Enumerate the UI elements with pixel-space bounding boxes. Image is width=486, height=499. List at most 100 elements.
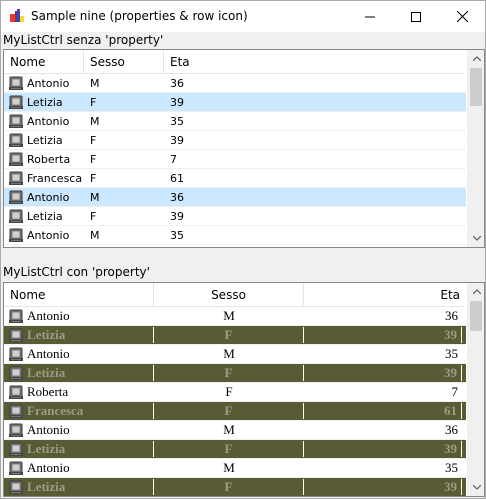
cell-eta: 35 — [445, 460, 458, 475]
list-without-property[interactable]: Nome Sesso Eta Antonio M 36 Letizia F 39 Anton… — [3, 49, 485, 248]
notebook-icon — [9, 95, 23, 109]
cell-sesso: F — [154, 327, 304, 343]
list1-scrollbar[interactable] — [467, 50, 484, 247]
cell-nome: Francesca — [4, 403, 154, 419]
scroll-thumb[interactable] — [470, 68, 482, 106]
list-with-property[interactable]: Nome Sesso Eta Antonio M 36 Letizia F 39 Anton… — [3, 282, 485, 497]
column-header-sesso[interactable]: Sesso — [84, 50, 164, 74]
cell-sesso: F — [90, 171, 97, 185]
chevron-up-icon — [472, 56, 481, 61]
app-icon — [10, 9, 24, 22]
cell-nome-text: Antonio — [27, 422, 70, 437]
list2-rows: Antonio M 36 Letizia F 39 Antonio M 35 Letizia F 39… — [4, 307, 466, 496]
list-row[interactable]: Letizia F 39 — [4, 93, 466, 112]
cell-nome: Antonio — [4, 190, 84, 205]
cell-nome-text: Roberta — [27, 384, 69, 399]
list-row[interactable]: Letizia F 39 — [4, 440, 466, 459]
list-row[interactable]: Antonio M 36 — [4, 307, 466, 326]
cell-nome-text: Antonio — [27, 190, 70, 204]
column-header-nome[interactable]: Nome — [4, 50, 84, 74]
notebook-icon — [9, 152, 23, 166]
maximize-button[interactable] — [393, 1, 439, 32]
window-title: Sample nine (properties & row icon) — [31, 9, 248, 23]
notebook-icon — [9, 309, 23, 323]
column-header-eta[interactable]: Eta — [304, 283, 464, 307]
column-header-eta[interactable]: Eta — [164, 50, 464, 74]
list-row[interactable]: Letizia F 39 — [4, 478, 466, 496]
cell-eta: 36 — [445, 422, 458, 437]
cell-eta: 39 — [170, 209, 184, 223]
list2-scrollbar[interactable] — [467, 283, 484, 496]
cell-nome-text: Antonio — [27, 114, 70, 128]
cell-eta: 35 — [170, 114, 184, 128]
column-header-sesso[interactable]: Sesso — [154, 283, 304, 307]
list-row[interactable]: Letizia F 39 — [4, 207, 466, 226]
list1-header: Nome Sesso Eta — [4, 50, 464, 74]
list1-label: MyListCtrl senza 'property' — [3, 33, 164, 47]
cell-eta: 61 — [170, 171, 184, 185]
list-row[interactable]: Antonio M 36 — [4, 188, 466, 207]
list2-label: MyListCtrl con 'property' — [3, 265, 150, 279]
cell-eta: 39 — [304, 479, 462, 495]
cell-sesso: F — [154, 441, 304, 457]
cell-eta: 39 — [304, 441, 462, 457]
cell-sesso: M — [223, 460, 235, 475]
cell-nome: Roberta — [4, 152, 84, 167]
title-bar[interactable]: Sample nine (properties & row icon) — [1, 1, 485, 32]
list2-header: Nome Sesso Eta — [4, 283, 464, 307]
list-row[interactable]: Antonio M 35 — [4, 459, 466, 478]
list-row[interactable]: Antonio M 36 — [4, 74, 466, 93]
scroll-up-button[interactable] — [468, 50, 484, 67]
cell-nome-text: Antonio — [27, 228, 70, 242]
notebook-icon — [9, 114, 23, 128]
cell-sesso: F — [90, 95, 97, 109]
cell-eta: 36 — [170, 190, 184, 204]
minimize-button[interactable] — [347, 1, 393, 32]
cell-nome: Antonio — [4, 308, 154, 324]
cell-nome-text: Letizia — [27, 365, 66, 380]
list-row[interactable]: Letizia F 39 — [4, 326, 466, 345]
scroll-down-button[interactable] — [468, 230, 484, 247]
list-row[interactable]: Antonio M 35 — [4, 345, 466, 364]
notebook-icon — [9, 423, 23, 437]
cell-sesso: F — [154, 479, 304, 495]
cell-nome: Letizia — [4, 95, 84, 110]
cell-nome: Letizia — [4, 133, 84, 148]
cell-nome-text: Antonio — [27, 308, 70, 323]
cell-eta: 35 — [170, 228, 184, 242]
notebook-icon — [9, 209, 23, 223]
cell-nome-text: Antonio — [27, 76, 70, 90]
cell-nome: Roberta — [4, 384, 154, 400]
list-row[interactable]: Antonio M 35 — [4, 112, 466, 131]
cell-sesso: F — [90, 133, 97, 147]
list-row[interactable]: Francesca F 61 — [4, 169, 466, 188]
cell-eta: 61 — [304, 403, 462, 419]
scroll-up-button[interactable] — [468, 283, 484, 300]
cell-sesso: M — [223, 346, 235, 361]
cell-sesso: M — [90, 228, 100, 242]
scroll-down-button[interactable] — [468, 479, 484, 496]
close-button[interactable] — [439, 1, 485, 32]
cell-nome-text: Letizia — [27, 479, 66, 494]
notebook-icon — [9, 480, 23, 494]
list-row[interactable]: Letizia F 39 — [4, 364, 466, 383]
cell-sesso: M — [223, 422, 235, 437]
notebook-icon — [9, 366, 23, 380]
list-row[interactable]: Antonio M 36 — [4, 421, 466, 440]
close-icon — [456, 11, 468, 22]
column-header-nome[interactable]: Nome — [4, 283, 154, 307]
list-row[interactable]: Letizia F 39 — [4, 131, 466, 150]
cell-nome-text: Letizia — [27, 327, 66, 342]
scroll-thumb[interactable] — [470, 301, 482, 331]
cell-eta: 39 — [304, 365, 462, 381]
list-row[interactable]: Roberta F 7 — [4, 150, 466, 169]
list-row[interactable]: Roberta F 7 — [4, 383, 466, 402]
cell-nome: Antonio — [4, 114, 84, 129]
cell-sesso: F — [90, 209, 97, 223]
list-row[interactable]: Francesca F 61 — [4, 402, 466, 421]
cell-sesso: F — [90, 152, 97, 166]
notebook-icon — [9, 404, 23, 418]
list-row[interactable]: Antonio M 35 — [4, 226, 466, 245]
cell-eta: 39 — [170, 95, 184, 109]
cell-nome: Antonio — [4, 460, 154, 476]
